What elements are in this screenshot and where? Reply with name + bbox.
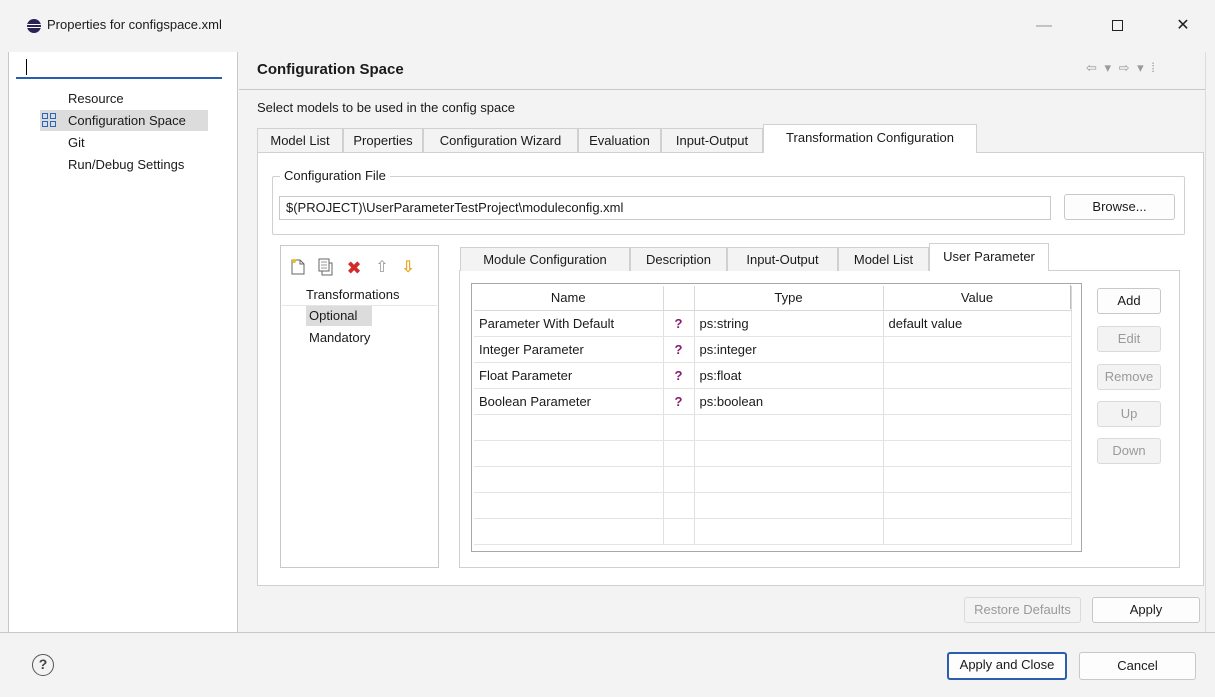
page-description: Select models to be used in the config s… — [257, 100, 515, 115]
eclipse-icon — [27, 19, 41, 33]
delete-icon[interactable]: ✖ — [345, 258, 363, 278]
minimize-button[interactable]: — — [1024, 12, 1064, 40]
help-icon: ? — [663, 362, 695, 389]
tab-description[interactable]: Description — [630, 247, 727, 271]
sidebar — [9, 52, 238, 632]
move-down-icon[interactable]: ⇩ — [399, 258, 417, 278]
table-row-empty — [474, 466, 1072, 493]
column-header-icon[interactable] — [663, 286, 695, 311]
tab-evaluation[interactable]: Evaluation — [578, 128, 661, 152]
browse-button[interactable]: Browse... — [1064, 194, 1175, 220]
table-row[interactable]: Parameter With Default ? ps:string defau… — [474, 310, 1072, 337]
help-icon: ? — [663, 310, 695, 337]
maximize-icon — [1111, 20, 1123, 32]
table-row[interactable]: Integer Parameter ? ps:integer — [474, 336, 1072, 363]
tab-transformation-configuration[interactable]: Transformation Configuration — [763, 124, 977, 153]
param-type-cell: ps:integer — [694, 336, 884, 363]
tab-user-parameter[interactable]: User Parameter — [929, 243, 1049, 271]
column-header-value[interactable]: Value — [883, 286, 1072, 311]
table-row-empty — [474, 492, 1072, 519]
help-icon: ? — [663, 336, 695, 363]
param-value-cell[interactable] — [883, 362, 1072, 389]
tree-item-mandatory[interactable]: Mandatory — [309, 330, 370, 345]
table-row-empty — [474, 440, 1072, 467]
table-row-empty — [474, 518, 1072, 545]
tree-item-transformations[interactable]: Transformations — [306, 287, 399, 302]
param-type-cell: ps:float — [694, 362, 884, 389]
close-button[interactable]: ✕ — [1163, 12, 1203, 40]
table-row[interactable]: Float Parameter ? ps:float — [474, 362, 1072, 389]
text-caret — [26, 59, 27, 75]
new-icon[interactable] — [289, 258, 307, 278]
help-icon: ? — [663, 388, 695, 415]
table-row[interactable]: Boolean Parameter ? ps:boolean — [474, 388, 1072, 415]
param-value-cell[interactable]: default value — [883, 310, 1072, 337]
help-icon[interactable]: ? — [32, 654, 54, 676]
tree-item-optional[interactable]: Optional — [306, 306, 372, 326]
filter-input[interactable] — [16, 55, 222, 79]
sidebar-item-label: Configuration Space — [68, 113, 186, 128]
param-type-cell: ps:boolean — [694, 388, 884, 415]
add-button[interactable]: Add — [1097, 288, 1161, 314]
param-name-cell: Integer Parameter — [474, 336, 664, 363]
cancel-button[interactable]: Cancel — [1079, 652, 1196, 680]
remove-button[interactable]: Remove — [1097, 364, 1161, 390]
configuration-file-path-field[interactable]: $(PROJECT)\UserParameterTestProject\modu… — [279, 196, 1051, 220]
sidebar-item-run-debug-settings[interactable]: Run/Debug Settings — [68, 155, 184, 175]
tab-model-list-inner[interactable]: Model List — [838, 247, 929, 271]
tab-module-configuration[interactable]: Module Configuration — [460, 247, 630, 271]
sidebar-item-git[interactable]: Git — [68, 133, 85, 153]
param-name-cell: Boolean Parameter — [474, 388, 664, 415]
frame-divider — [8, 52, 9, 632]
tab-input-output-inner[interactable]: Input-Output — [727, 247, 838, 271]
frame-divider — [1205, 52, 1206, 632]
page-title: Configuration Space — [257, 61, 404, 78]
param-type-cell: ps:string — [694, 310, 884, 337]
column-resize-handle[interactable] — [1070, 285, 1071, 309]
tab-model-list[interactable]: Model List — [257, 128, 343, 152]
restore-defaults-button[interactable]: Restore Defaults — [964, 597, 1081, 623]
maximize-button[interactable] — [1097, 12, 1137, 40]
configuration-file-legend: Configuration File — [280, 168, 390, 183]
tab-configuration-wizard[interactable]: Configuration Wizard — [423, 128, 578, 152]
sidebar-item-resource[interactable]: Resource — [68, 89, 124, 109]
down-button[interactable]: Down — [1097, 438, 1161, 464]
param-name-cell: Float Parameter — [474, 362, 664, 389]
column-header-type[interactable]: Type — [694, 286, 884, 311]
history-nav-arrows[interactable]: ⇦ ▾ ⇨ ▾ ⁞ — [1086, 60, 1157, 76]
table-header-row: Name Type Value — [474, 286, 1072, 311]
column-header-name[interactable]: Name — [474, 286, 664, 311]
apply-button[interactable]: Apply — [1092, 597, 1200, 623]
tab-input-output[interactable]: Input-Output — [661, 128, 763, 152]
param-name-cell: Parameter With Default — [474, 310, 664, 337]
param-value-cell[interactable] — [883, 388, 1072, 415]
grid-icon — [42, 113, 56, 127]
sidebar-item-configuration-space[interactable]: Configuration Space — [40, 110, 208, 131]
up-button[interactable]: Up — [1097, 401, 1161, 427]
param-value-cell[interactable] — [883, 336, 1072, 363]
edit-button[interactable]: Edit — [1097, 326, 1161, 352]
window-title: Properties for configspace.xml — [47, 17, 222, 32]
table-row-empty — [474, 414, 1072, 441]
apply-and-close-button[interactable]: Apply and Close — [947, 652, 1067, 680]
tab-properties[interactable]: Properties — [343, 128, 423, 152]
move-up-icon[interactable]: ⇧ — [373, 258, 391, 278]
copy-icon[interactable] — [317, 258, 335, 278]
user-parameter-table[interactable]: Name Type Value Parameter With Default ?… — [471, 283, 1082, 552]
